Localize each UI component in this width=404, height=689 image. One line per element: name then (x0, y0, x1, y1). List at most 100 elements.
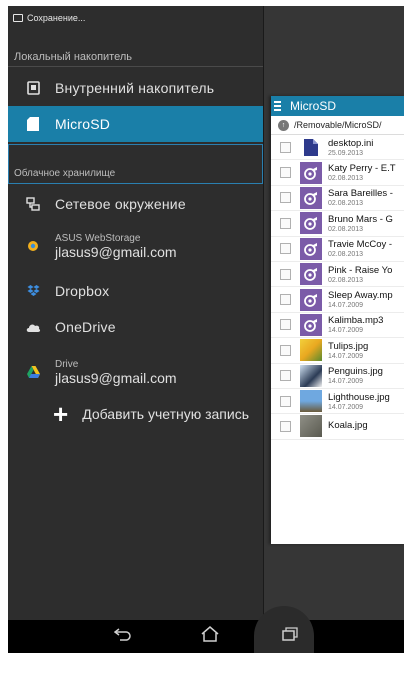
current-path: /Removable/MicroSD/ (294, 120, 382, 130)
file-row[interactable]: Tulips.jpg 14.07.2009 (271, 338, 404, 364)
file-date: 02.08.2013 (328, 175, 364, 183)
file-info: Sleep Away.mp 14.07.2009 (328, 290, 393, 309)
file-row[interactable]: Sara Bareilles - 02.08.2013 (271, 186, 404, 212)
panel-title: MicroSD (290, 99, 337, 113)
file-date: 02.08.2013 (328, 276, 364, 284)
file-info: Koala.jpg (328, 420, 368, 432)
home-button[interactable] (190, 620, 230, 653)
image-thumbnail (300, 364, 322, 387)
file-checkbox[interactable] (280, 370, 291, 382)
account-email: jlasus9@gmail.com (55, 243, 177, 260)
file-checkbox[interactable] (280, 217, 291, 229)
image-thumbnail (300, 415, 322, 438)
file-name: Pink - Raise Yo (328, 264, 393, 276)
nav-item-google-drive[interactable]: Drive jlasus9@gmail.com (8, 354, 263, 390)
file-info: Kalimba.mp3 14.07.2009 (328, 315, 383, 334)
add-account-label: Добавить учетную запись (82, 406, 249, 422)
music-file-icon (300, 212, 322, 235)
file-row[interactable]: Sleep Away.mp 14.07.2009 (271, 287, 404, 313)
file-info: Penguins.jpg 14.07.2009 (328, 366, 383, 385)
drawer-divider (263, 6, 264, 620)
file-info: Pink - Raise Yo 02.08.2013 (328, 265, 392, 284)
music-file-icon (300, 237, 322, 260)
file-info: desktop.ini 25.09.2013 (328, 138, 373, 157)
cloud-icon (25, 319, 41, 335)
sd-card-icon (25, 116, 41, 132)
file-row[interactable]: Kalimba.mp3 14.07.2009 (271, 313, 404, 339)
section-local-storage: Локальный накопитель (14, 51, 133, 63)
dropbox-icon (25, 283, 41, 299)
file-row[interactable]: desktop.ini 25.09.2013 (271, 135, 404, 161)
file-checkbox[interactable] (280, 420, 291, 432)
file-name: Katy Perry - E.T (328, 163, 396, 175)
section-cloud-storage-header: Облачное хранилище (8, 144, 263, 184)
account-info: ASUS WebStorage jlasus9@gmail.com (55, 233, 177, 260)
file-row[interactable]: Travie McCoy - 02.08.2013 (271, 237, 404, 262)
file-date: 02.08.2013 (328, 251, 364, 259)
file-info: Bruno Mars - G 02.08.2013 (328, 214, 393, 233)
file-name: Koala.jpg (328, 420, 368, 432)
file-row[interactable]: Penguins.jpg 14.07.2009 (271, 364, 404, 389)
file-name: Kalimba.mp3 (328, 315, 384, 327)
file-date: 14.07.2009 (328, 327, 364, 335)
nav-item-label: OneDrive (55, 319, 116, 335)
nav-item-microsd[interactable]: MicroSD (8, 106, 263, 142)
nav-item-label: Внутренний накопитель (55, 80, 215, 96)
file-name: Tulips.jpg (328, 340, 369, 352)
file-date: 14.07.2009 (328, 302, 364, 310)
file-row[interactable]: Katy Perry - E.T 02.08.2013 (271, 160, 404, 186)
navigation-drawer: Локальный накопитель Внутренний накопите… (8, 6, 263, 620)
file-date: 02.08.2013 (328, 225, 364, 233)
file-info: Lighthouse.jpg 14.07.2009 (328, 392, 390, 411)
music-file-icon (300, 313, 322, 336)
music-file-icon (300, 161, 322, 184)
file-checkbox[interactable] (280, 192, 291, 204)
asus-webstorage-icon (25, 238, 41, 254)
file-date: 14.07.2009 (328, 378, 364, 386)
recents-icon (282, 627, 298, 646)
nav-item-asus-webstorage[interactable]: ASUS WebStorage jlasus9@gmail.com (8, 228, 263, 264)
file-row[interactable]: Bruno Mars - G 02.08.2013 (271, 211, 404, 237)
service-name: Drive (55, 358, 79, 370)
back-icon (113, 627, 132, 646)
plus-icon: + (53, 399, 69, 429)
add-account-button[interactable]: + Добавить учетную запись (53, 399, 249, 429)
file-name: Sleep Away.mp (328, 290, 393, 302)
file-name: Penguins.jpg (328, 366, 383, 378)
file-row[interactable]: Koala.jpg (271, 414, 404, 440)
nav-item-label: MicroSD (55, 116, 111, 132)
file-checkbox[interactable] (280, 243, 291, 255)
file-checkbox[interactable] (280, 344, 291, 356)
menu-icon[interactable] (274, 101, 281, 111)
file-checkbox[interactable] (280, 319, 291, 331)
file-name: Bruno Mars - G (328, 213, 393, 225)
up-folder-icon[interactable]: ↑ (278, 119, 289, 131)
file-date: 14.07.2009 (328, 403, 364, 411)
device-screen: Сохранение... Локальный накопитель Внутр… (8, 6, 404, 653)
recents-button[interactable] (270, 620, 310, 653)
file-date: 25.09.2013 (328, 149, 364, 157)
nav-item-label: Dropbox (55, 283, 110, 299)
network-icon (25, 196, 41, 212)
nav-item-onedrive[interactable]: OneDrive (8, 314, 263, 340)
path-bar[interactable]: ↑ /Removable/MicroSD/ (271, 116, 404, 135)
file-list-panel: MicroSD ↑ /Removable/MicroSD/ desktop.in… (271, 96, 404, 544)
file-name: Lighthouse.jpg (328, 391, 390, 403)
nav-item-dropbox[interactable]: Dropbox (8, 278, 263, 304)
file-checkbox[interactable] (280, 268, 291, 280)
file-info: Sara Bareilles - 02.08.2013 (328, 188, 393, 207)
nav-item-network[interactable]: Сетевое окружение (8, 189, 263, 219)
file-checkbox[interactable] (280, 294, 291, 306)
file-checkbox[interactable] (280, 141, 291, 153)
file-checkbox[interactable] (280, 395, 291, 407)
file-checkbox[interactable] (280, 167, 291, 179)
google-drive-icon (25, 364, 41, 380)
file-date: 02.08.2013 (328, 200, 364, 208)
file-row[interactable]: Lighthouse.jpg 14.07.2009 (271, 389, 404, 415)
file-info: Tulips.jpg 14.07.2009 (328, 341, 368, 360)
back-button[interactable] (103, 620, 143, 653)
file-name: Travie McCoy - (328, 239, 393, 251)
file-row[interactable]: Pink - Raise Yo 02.08.2013 (271, 262, 404, 288)
file-name: Sara Bareilles - (328, 188, 393, 200)
nav-item-internal-storage[interactable]: Внутренний накопитель (8, 74, 263, 102)
